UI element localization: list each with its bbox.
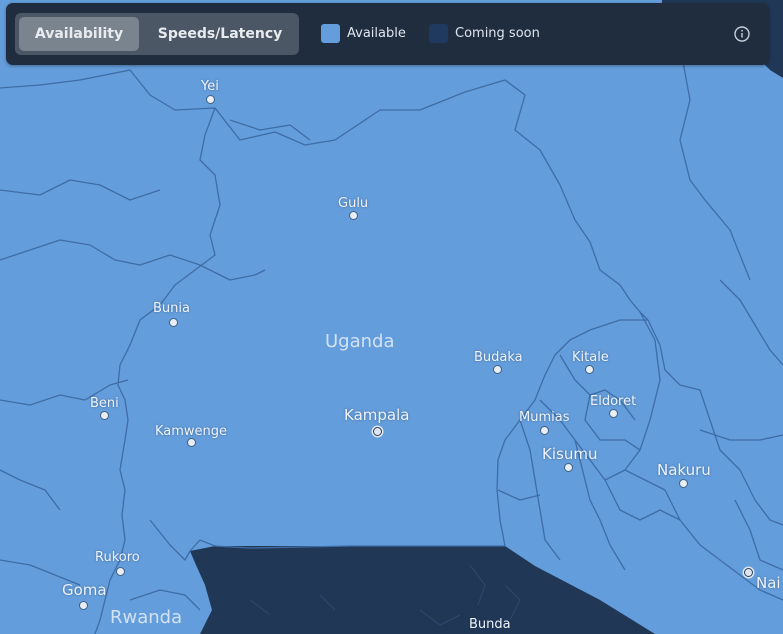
city-label-rukoro: Rukoro bbox=[95, 550, 140, 565]
coverage-map[interactable]: Uganda Rwanda Yei Gulu Bunia Budaka Kita… bbox=[0, 0, 783, 634]
legend-swatch-available bbox=[321, 24, 340, 43]
capital-marker-kampala[interactable] bbox=[373, 427, 382, 436]
city-marker-nakuru[interactable] bbox=[679, 479, 688, 488]
legend-label-available: Available bbox=[347, 26, 406, 41]
city-marker-kamwenge[interactable] bbox=[187, 438, 196, 447]
country-label-rwanda: Rwanda bbox=[110, 607, 183, 628]
city-label-budaka: Budaka bbox=[474, 350, 523, 365]
view-mode-toggle: Availability Speeds/Latency bbox=[15, 13, 299, 55]
city-marker-yei[interactable] bbox=[206, 95, 215, 104]
city-label-kitale: Kitale bbox=[572, 350, 609, 365]
city-marker-bunia[interactable] bbox=[169, 318, 178, 327]
info-circle-icon[interactable] bbox=[734, 26, 750, 42]
map-toolbar: Availability Speeds/Latency Available Co… bbox=[6, 3, 769, 65]
city-label-kamwenge: Kamwenge bbox=[155, 424, 228, 439]
city-label-yei: Yei bbox=[201, 79, 219, 94]
city-label-bunia: Bunia bbox=[153, 301, 190, 316]
city-label-nai: Nai bbox=[756, 574, 781, 592]
city-label-bunda: Bunda bbox=[469, 617, 511, 632]
city-marker-kisumu[interactable] bbox=[564, 463, 573, 472]
country-label-uganda: Uganda bbox=[325, 331, 395, 352]
city-label-mumias: Mumias bbox=[519, 410, 570, 425]
capital-marker-nai[interactable] bbox=[744, 568, 753, 577]
city-marker-kitale[interactable] bbox=[585, 365, 594, 374]
city-label-beni: Beni bbox=[90, 396, 119, 411]
city-marker-gulu[interactable] bbox=[349, 211, 358, 220]
tab-speeds-latency[interactable]: Speeds/Latency bbox=[145, 17, 295, 51]
city-label-goma: Goma bbox=[62, 581, 107, 599]
city-marker-rukoro[interactable] bbox=[116, 567, 125, 576]
legend-swatch-coming-soon bbox=[429, 24, 448, 43]
city-label-eldoret: Eldoret bbox=[590, 394, 637, 409]
city-label-kisumu: Kisumu bbox=[542, 445, 598, 463]
city-label-nakuru: Nakuru bbox=[657, 461, 711, 479]
map-canvas[interactable] bbox=[0, 0, 783, 634]
city-marker-budaka[interactable] bbox=[493, 365, 502, 374]
city-marker-beni[interactable] bbox=[100, 411, 109, 420]
city-label-gulu: Gulu bbox=[338, 196, 369, 211]
city-marker-mumias[interactable] bbox=[540, 426, 549, 435]
legend-label-coming-soon: Coming soon bbox=[455, 26, 540, 41]
city-marker-eldoret[interactable] bbox=[609, 409, 618, 418]
available-region bbox=[0, 0, 783, 634]
city-marker-goma[interactable] bbox=[79, 601, 88, 610]
tab-availability[interactable]: Availability bbox=[19, 17, 139, 51]
city-label-kampala: Kampala bbox=[344, 406, 410, 424]
